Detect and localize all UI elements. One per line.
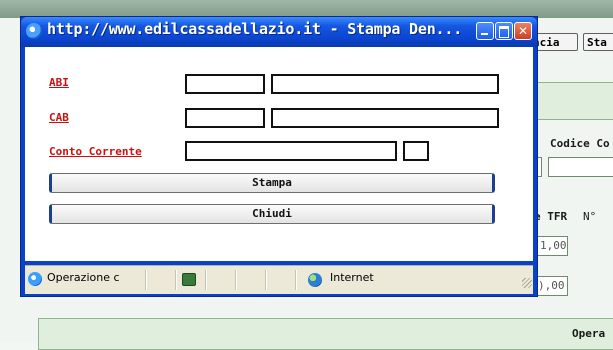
chiudi-button[interactable]: Chiudi xyxy=(49,204,495,224)
status-cell-empty-1 xyxy=(145,270,176,290)
resize-grip-icon[interactable] xyxy=(522,278,532,288)
minimize-icon xyxy=(481,33,488,35)
operations-label: Opera xyxy=(572,327,606,340)
abi-label[interactable]: ABI xyxy=(49,76,69,89)
background-button-sta[interactable]: Sta xyxy=(583,33,613,51)
cab-input-short[interactable] xyxy=(185,108,265,128)
status-text: Operazione c xyxy=(47,271,120,284)
status-cell-empty-4 xyxy=(265,270,296,290)
status-bar: Operazione c Internet xyxy=(25,265,533,294)
zone-text: Internet xyxy=(330,271,374,284)
page-icon xyxy=(28,272,42,286)
codice-input[interactable] xyxy=(548,157,613,177)
background-panel-top xyxy=(528,82,613,120)
conto-corrente-label[interactable]: Conto Corrente xyxy=(49,145,142,158)
abi-input-short[interactable] xyxy=(185,74,265,94)
close-icon: ✕ xyxy=(517,24,529,38)
value-1: 1,00 xyxy=(540,239,567,252)
internet-zone-icon xyxy=(308,273,322,287)
tfr-label: e TFR xyxy=(534,210,568,223)
conto-corrente-input[interactable] xyxy=(185,141,397,161)
status-cell-empty-2 xyxy=(205,270,236,290)
close-button[interactable]: ✕ xyxy=(514,22,532,40)
conto-corrente-check-input[interactable] xyxy=(403,141,429,161)
codice-label: Codice Co xyxy=(550,137,610,150)
window-title: http://www.edilcassadellazio.it - Stampa… xyxy=(47,20,463,38)
minimize-button[interactable] xyxy=(476,22,494,40)
status-cell-security xyxy=(175,270,206,290)
cab-label[interactable]: CAB xyxy=(49,111,69,124)
operations-panel xyxy=(38,318,613,350)
cab-input-long[interactable] xyxy=(271,108,499,128)
popup-window: http://www.edilcassadellazio.it - Stampa… xyxy=(20,16,538,297)
stampa-button[interactable]: Stampa xyxy=(49,173,495,193)
number-label: N° xyxy=(583,210,597,223)
value-2: ),00 xyxy=(538,279,565,292)
abi-input-long[interactable] xyxy=(271,74,499,94)
status-cell-empty-3 xyxy=(235,270,266,290)
maximize-icon xyxy=(499,26,509,38)
popup-blocker-icon xyxy=(182,273,196,286)
ie-page-icon xyxy=(26,23,42,39)
maximize-button[interactable] xyxy=(495,22,513,40)
status-cell-zone: Internet xyxy=(295,270,534,290)
popup-content: ABI CAB Conto Corrente Stampa Chiudi xyxy=(25,47,533,261)
title-bar[interactable]: http://www.edilcassadellazio.it - Stampa… xyxy=(21,17,537,47)
